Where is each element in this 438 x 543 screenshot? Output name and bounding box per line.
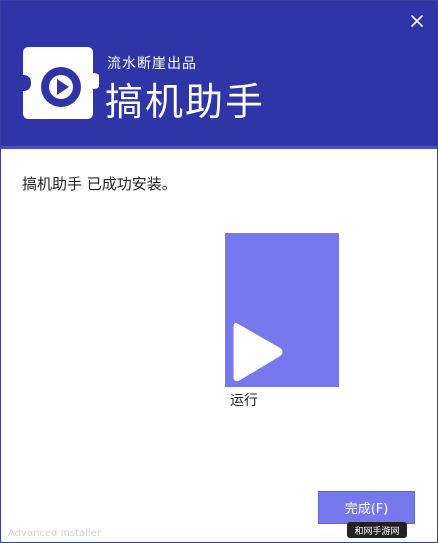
installer-watermark: Advanced Installer (8, 528, 101, 539)
finish-button[interactable]: 完成(F) (318, 491, 415, 524)
play-icon (231, 321, 283, 387)
run-button-label: 运行 (230, 393, 258, 409)
puzzle-piece-icon (19, 43, 101, 123)
close-button[interactable] (405, 9, 429, 33)
close-icon (411, 15, 423, 27)
run-button[interactable] (225, 233, 339, 387)
brand-tagline: 流水断崖出品 (107, 56, 197, 72)
header-banner: 流水断崖出品 搞机助手 (1, 1, 437, 146)
installer-window: 流水断崖出品 搞机助手 搞机助手 已成功安装。 运行 Advanced Inst… (0, 0, 438, 543)
app-title: 搞机助手 (105, 80, 266, 124)
install-status-message: 搞机助手 已成功安装。 (22, 175, 177, 193)
header-divider (1, 146, 437, 149)
site-badge: 和网手游网 (347, 522, 407, 538)
